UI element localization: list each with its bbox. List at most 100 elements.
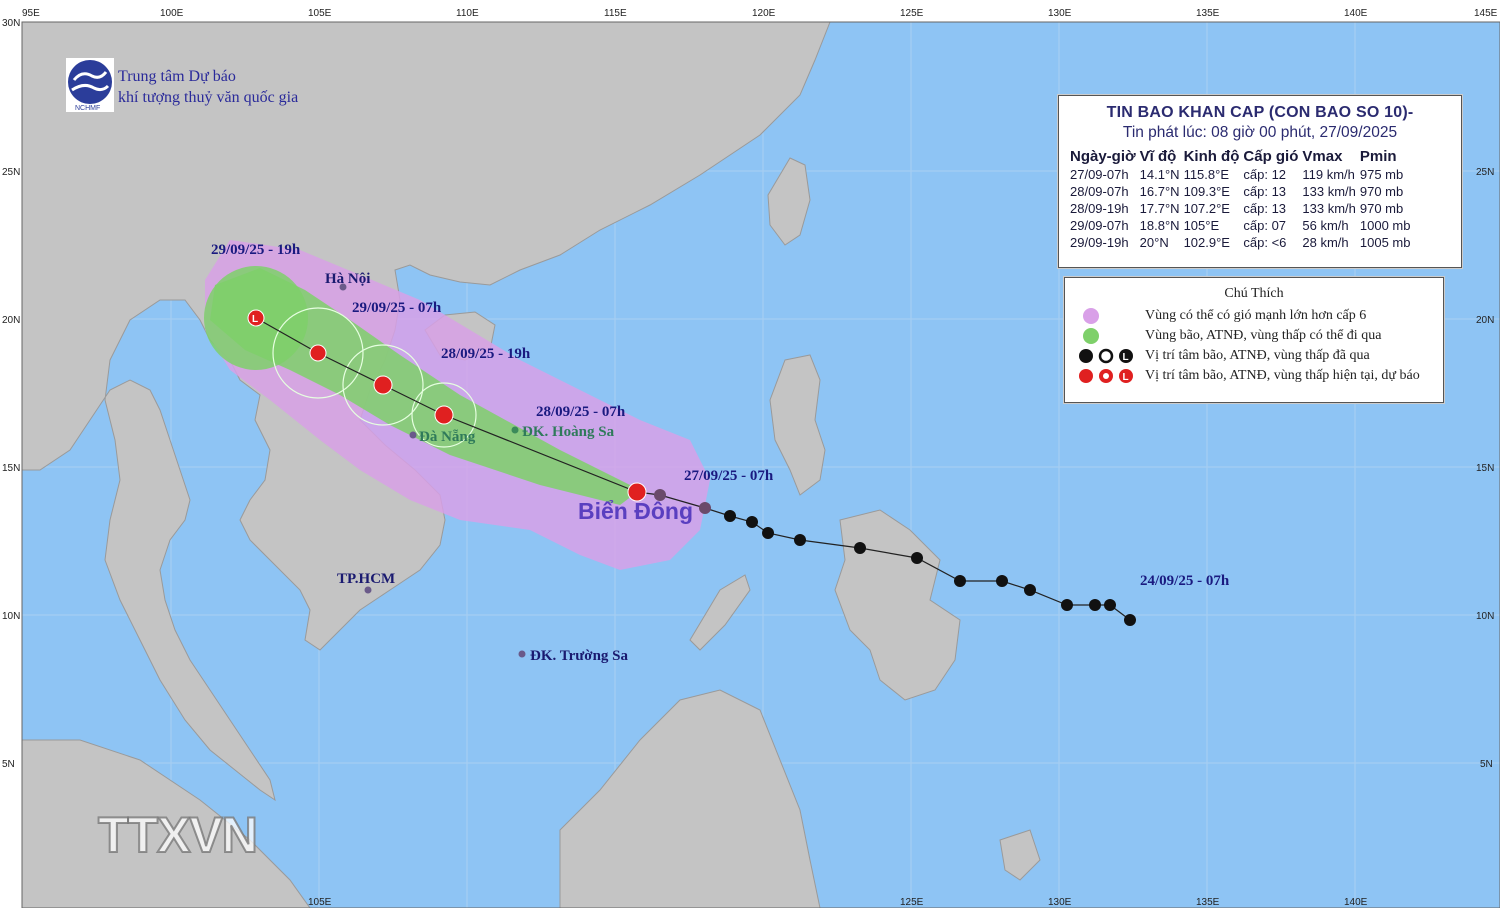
lat-tick: 5N	[1480, 759, 1493, 770]
past-center-icon	[1024, 584, 1036, 596]
past-center-icon	[996, 575, 1008, 587]
past-center-icon	[794, 534, 806, 546]
col-header: Kinh độ	[1183, 148, 1240, 165]
label-2909-19h: 29/09/25 - 19h	[211, 242, 301, 258]
lon-tick: 100E	[160, 8, 184, 19]
table-cell: 56 km/h	[1302, 218, 1349, 233]
past-center-icon	[724, 510, 736, 522]
past-center-icon	[1124, 614, 1136, 626]
past-center-icon	[1089, 599, 1101, 611]
past-center-symbols-icon: L	[1079, 348, 1133, 364]
logo-caption: NCHMF	[75, 105, 100, 112]
lon-tick: 145E	[1474, 8, 1498, 19]
table-row: 28/09-19h 17.7°N 107.2°E cấp: 13 133 km/h 970…	[1069, 200, 1413, 217]
storm-zone-swatch-icon	[1083, 328, 1099, 344]
lon-tick: 135E	[1196, 897, 1220, 908]
lon-tick: 125E	[900, 8, 924, 19]
table-cell: 107.2°E	[1183, 201, 1230, 216]
label-2809-07h: 28/09/25 - 07h	[536, 404, 626, 420]
table-cell: 115.8°E	[1183, 167, 1229, 182]
label-hoangsa: ĐK. Hoàng Sa	[522, 424, 615, 440]
lon-tick: 125E	[900, 897, 924, 908]
col-header: Pmin	[1359, 148, 1397, 165]
lon-tick: 95E	[22, 8, 40, 19]
legend-title: Chú Thích	[1224, 286, 1284, 301]
lon-tick: 120E	[752, 8, 776, 19]
lon-tick: 115E	[604, 8, 627, 19]
table-cell: 20°N	[1139, 235, 1169, 250]
table-cell: 975 mb	[1359, 167, 1404, 182]
svg-text:L: L	[1123, 372, 1129, 383]
table-cell: cấp: 13	[1243, 184, 1287, 199]
table-cell: 16.7°N	[1139, 184, 1180, 199]
past-center-icon	[762, 527, 774, 539]
legend-item: Vùng bão, ATNĐ, vùng thấp có thể đi qua	[1065, 326, 1443, 346]
table-cell: 1005 mb	[1359, 235, 1411, 250]
nchmf-emblem-icon: NCHMF	[66, 58, 114, 112]
past-center-icon	[911, 552, 923, 564]
label-2809-19h: 28/09/25 - 19h	[441, 346, 531, 362]
hoangsa-dot	[511, 426, 519, 434]
lat-tick: 20N	[2, 315, 20, 326]
table-row: 29/09-19h 20°N 102.9°E cấp: <6 28 km/h 1005 m…	[1069, 234, 1413, 251]
forecast-storm-center-icon	[373, 375, 393, 395]
lat-tick: 25N	[2, 167, 20, 178]
table-cell: 133 km/h	[1302, 201, 1356, 216]
table-cell: 14.1°N	[1139, 167, 1180, 182]
table-cell: cấp: 12	[1243, 167, 1287, 182]
forecast-table: Ngày-giờ Vĩ độ Kinh độ Cấp gió Vmax Pmin…	[1069, 146, 1413, 251]
legend-item: Vùng có thể có gió mạnh lớn hơn cấp 6	[1065, 306, 1443, 326]
lat-tick: 30N	[2, 18, 20, 29]
current-center-symbols-icon: L	[1079, 369, 1133, 383]
past-center-icon	[954, 575, 966, 587]
lon-tick: 105E	[308, 897, 332, 908]
label-2709-07h: 27/09/25 - 07h	[684, 468, 774, 484]
hcm-dot	[364, 586, 372, 594]
label-bien-dong: Biển Đông	[578, 498, 693, 524]
past-center-icon	[699, 502, 711, 514]
danang-dot	[409, 431, 417, 439]
lon-tick: 130E	[1048, 897, 1072, 908]
table-cell: 105°E	[1183, 218, 1220, 233]
table-cell: cấp: 13	[1243, 201, 1287, 216]
legend-box: Chú Thích Vùng có thể có gió mạnh lớn hơ…	[1064, 277, 1444, 403]
lat-tick: 20N	[1476, 315, 1494, 326]
table-cell: 27/09-07h	[1070, 167, 1129, 182]
table-cell: 102.9°E	[1183, 235, 1230, 250]
lon-tick: 105E	[308, 8, 332, 19]
lon-tick: 140E	[1344, 8, 1368, 19]
label-hanoi: Hà Nội	[325, 271, 370, 287]
forecast-depression-center-icon	[309, 344, 327, 362]
lat-tick: 15N	[1476, 463, 1494, 474]
lat-tick: 10N	[2, 611, 20, 622]
col-header: Vmax	[1302, 148, 1343, 165]
table-cell: 17.7°N	[1139, 201, 1180, 216]
table-cell: 970 mb	[1359, 184, 1404, 199]
bulletin-title: TIN BAO KHAN CAP (CON BAO SO 10)-	[1106, 104, 1414, 121]
org-line-2: khí tượng thuỷ văn quốc gia	[118, 89, 299, 106]
table-cell: 28/09-19h	[1070, 201, 1129, 216]
org-name: Trung tâm Dự báo khí tượng thuỷ văn quốc…	[118, 66, 298, 108]
table-header: Ngày-giờ Vĩ độ Kinh độ Cấp gió Vmax Pmin	[1069, 146, 1413, 166]
table-cell: 133 km/h	[1302, 184, 1356, 199]
lat-tick: 5N	[2, 759, 15, 770]
col-header: Ngày-giờ	[1070, 148, 1136, 165]
label-danang: Đà Nẵng	[419, 429, 476, 445]
label-2409-07h: 24/09/25 - 07h	[1140, 573, 1230, 589]
label-2909-07h: 29/09/25 - 07h	[352, 300, 442, 316]
low-center-letter: L	[252, 314, 258, 325]
bulletin-box: TIN BAO KHAN CAP (CON BAO SO 10)- Tin ph…	[1058, 95, 1462, 268]
lat-tick: 25N	[1476, 167, 1494, 178]
past-center-icon	[854, 542, 866, 554]
lon-tick: 135E	[1196, 8, 1220, 19]
forecast-storm-center-icon	[434, 405, 454, 425]
lon-tick: 140E	[1344, 897, 1368, 908]
ttxvn-watermark: TTXVN	[97, 806, 259, 864]
svg-text:L: L	[1123, 352, 1129, 363]
legend-item-label: Vị trí tâm bão, ATNĐ, vùng thấp hiện tại…	[1145, 368, 1420, 383]
col-header: Cấp gió	[1243, 148, 1299, 165]
past-center-icon	[1104, 599, 1116, 611]
table-cell: cấp: 07	[1243, 218, 1287, 233]
table-cell: 970 mb	[1359, 201, 1404, 216]
legend-item: L Vị trí tâm bão, ATNĐ, vùng thấp hiện t…	[1065, 366, 1443, 386]
